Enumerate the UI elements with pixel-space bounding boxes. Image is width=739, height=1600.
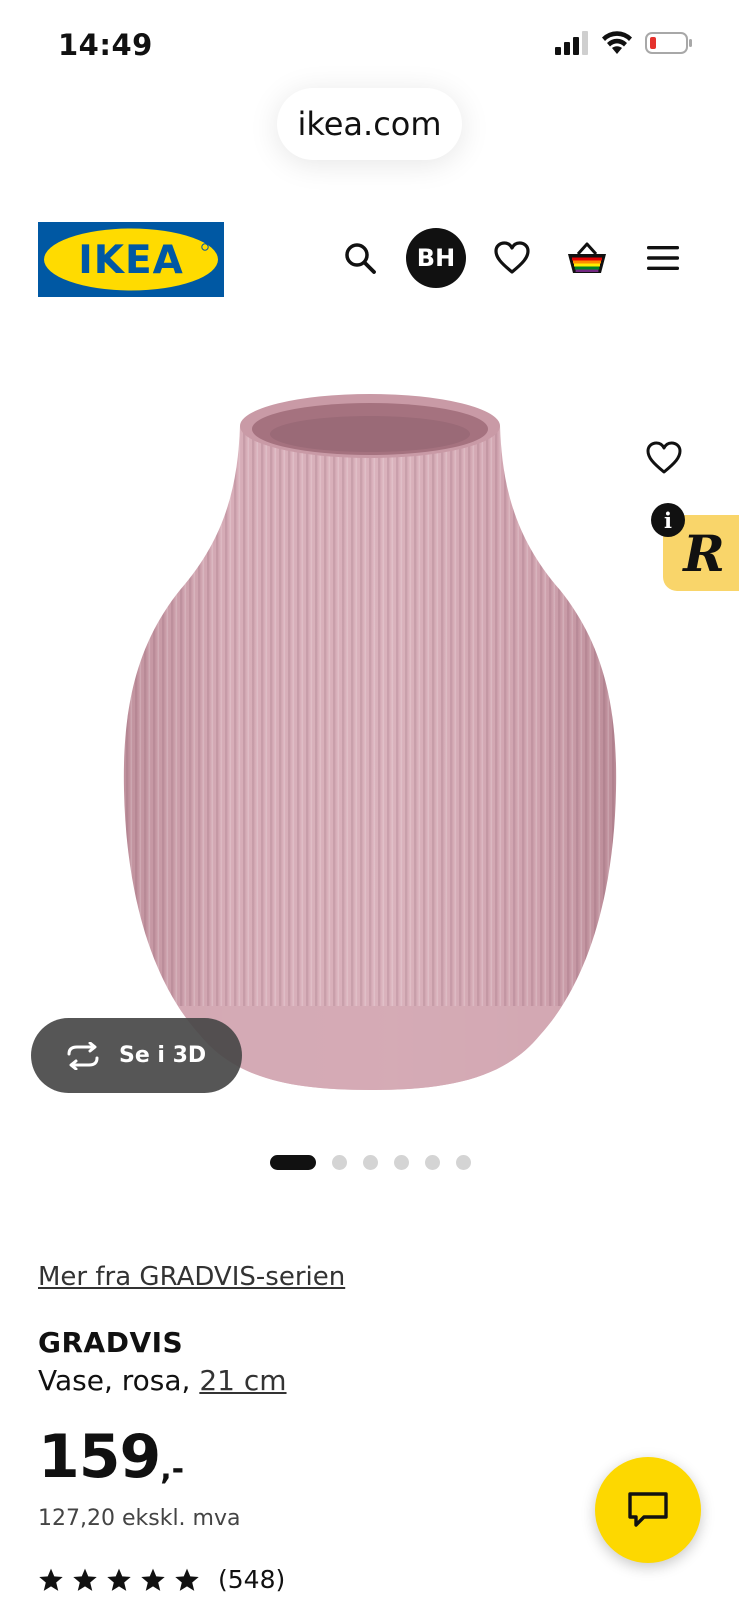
save-to-favourites-button[interactable]: [640, 434, 688, 482]
avatar[interactable]: BH: [406, 228, 466, 288]
status-time: 14:49: [58, 28, 153, 62]
url-text: ikea.com: [297, 105, 442, 143]
product-description: Vase, rosa, 21 cm: [38, 1364, 287, 1397]
carousel-dot-6[interactable]: [456, 1154, 471, 1170]
product-description-text: Vase, rosa,: [38, 1364, 200, 1397]
heart-icon[interactable]: [482, 228, 542, 288]
extension-logo-icon: R: [683, 523, 725, 583]
menu-icon[interactable]: [633, 228, 693, 288]
star-icon: [107, 1568, 131, 1591]
view-3d-label: Se i 3D: [119, 1043, 207, 1068]
star-icon: [175, 1568, 199, 1591]
star-icon: [141, 1568, 165, 1591]
carousel-dot-5[interactable]: [425, 1154, 440, 1170]
signal-icon: [555, 31, 589, 59]
rotate-3d-icon: [67, 1041, 99, 1070]
ikea-logo[interactable]: IKEA: [38, 222, 224, 297]
status-icons: [555, 30, 693, 60]
size-link[interactable]: 21 cm: [199, 1364, 286, 1397]
avatar-initials: BH: [416, 244, 456, 272]
carousel-dot-4[interactable]: [394, 1154, 409, 1170]
review-count: (548): [218, 1565, 286, 1594]
carousel-dot-1[interactable]: [270, 1154, 316, 1170]
series-link[interactable]: Mer fra GRADVIS-serien: [38, 1262, 345, 1292]
heart-outline-icon: [646, 441, 682, 474]
view-3d-button[interactable]: Se i 3D: [31, 1018, 242, 1093]
chat-icon: [628, 1492, 668, 1527]
wifi-icon: [601, 31, 633, 59]
site-header: IKEA BH: [0, 210, 739, 300]
address-bar[interactable]: ikea.com: [277, 88, 462, 160]
product-image[interactable]: [0, 330, 739, 1130]
price-suffix: ,-: [160, 1452, 185, 1487]
info-icon[interactable]: i: [651, 503, 685, 537]
status-bar: 14:49: [0, 0, 739, 90]
carousel-dot-2[interactable]: [332, 1154, 347, 1170]
product-name: GRADVIS: [38, 1326, 184, 1359]
svg-text:IKEA: IKEA: [78, 238, 184, 283]
product-price: 159 ,-: [38, 1422, 184, 1492]
star-icon: [73, 1568, 97, 1591]
basket-icon[interactable]: [557, 228, 617, 288]
battery-icon: [645, 31, 693, 59]
star-icon: [39, 1568, 63, 1591]
carousel-dot-3[interactable]: [363, 1154, 378, 1170]
price-main: 159: [38, 1422, 161, 1492]
price-ex-vat: 127,20 ekskl. mva: [38, 1506, 241, 1531]
search-icon[interactable]: [330, 228, 390, 288]
chat-button[interactable]: [595, 1457, 701, 1563]
rating[interactable]: (548): [38, 1565, 285, 1594]
image-carousel-dots: [270, 1154, 471, 1170]
